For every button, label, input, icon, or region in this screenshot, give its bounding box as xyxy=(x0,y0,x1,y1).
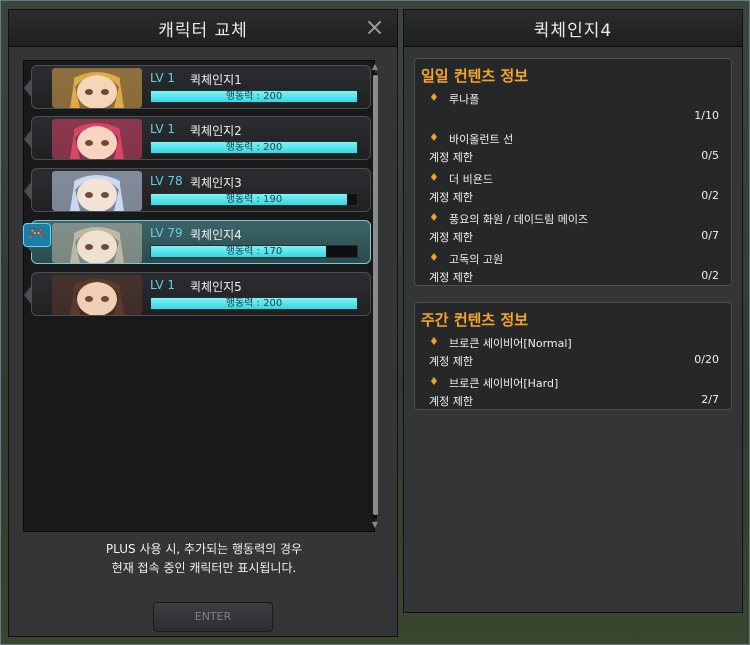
daily-section-title: 일일 컨텐츠 정보 xyxy=(421,67,529,85)
character-info-panel: 퀵체인지4 일일 컨텐츠 정보 ♦ 루나폴 1/10 ♦ 바이올런트 선계정 제한 0/5… xyxy=(403,9,743,613)
content-count: 0/20 xyxy=(694,353,719,366)
content-limit: 계정 제한 xyxy=(429,355,473,368)
stamina-bar: 행동력 : 190 xyxy=(150,193,358,206)
crest-icon: ♦ xyxy=(429,211,439,224)
content-item: ♦ 바이올런트 선계정 제한 0/5 xyxy=(425,129,725,167)
stamina-text: 행동력 : 200 xyxy=(225,91,283,102)
character-name: 퀵체인지3 xyxy=(190,176,242,190)
content-name: 풍요의 화원 / 데이드림 메이즈 xyxy=(449,213,589,226)
content-limit: 계정 제한 xyxy=(429,191,473,204)
stamina-bar: 행동력 : 200 xyxy=(150,90,358,103)
crest-icon: ♦ xyxy=(429,335,439,348)
crest-icon: ♦ xyxy=(429,91,439,104)
stamina-text: 행동력 : 170 xyxy=(225,246,283,257)
enter-button[interactable]: ENTER xyxy=(153,602,273,632)
notice-line-2: 현재 접속 중인 캐릭터만 표시됩니다. xyxy=(111,561,297,575)
character-portrait xyxy=(52,223,142,263)
character-row[interactable]: LV 1 퀵체인지1 행동력 : 200 xyxy=(24,65,371,109)
scroll-down-icon[interactable]: ▼ xyxy=(370,521,380,529)
content-item: ♦ 더 비욘드계정 제한 0/2 xyxy=(425,169,725,207)
notice-line-1: PLUS 사용 시, 추가되는 행동력의 경우 xyxy=(105,542,303,556)
crest-icon: ♦ xyxy=(429,375,439,388)
character-row[interactable]: LV 1 퀵체인지5 행동력 : 200 xyxy=(24,272,371,316)
row-arrow-notch xyxy=(24,78,32,98)
content-item: ♦ 브로큰 세이비어[Hard] 계정 제한 2/7 xyxy=(425,373,725,411)
character-swap-panel: 캐릭터 교체 × ▲ ▼ LV 1 퀵체인지1 행동력 : 200 LV 1 퀵체인지2… xyxy=(8,9,398,637)
gamepad-icon: 🎮 xyxy=(23,223,51,247)
info-panel-header: 퀵체인지4 xyxy=(404,10,742,47)
character-level: LV 1 xyxy=(150,278,176,292)
content-item: ♦ 브로큰 세이비어[Normal] 계정 제한 0/20 xyxy=(425,333,725,371)
content-limit: 계정 제한 xyxy=(429,231,473,244)
character-level: LV 79 xyxy=(150,226,183,240)
crest-icon: ♦ xyxy=(429,251,439,264)
notice-text: PLUS 사용 시, 추가되는 행동력의 경우 현재 접속 중인 캐릭터만 표시… xyxy=(9,540,399,578)
row-arrow-notch xyxy=(24,181,32,201)
character-row[interactable]: LV 1 퀵체인지2 행동력 : 200 xyxy=(24,116,371,160)
content-count: 0/7 xyxy=(701,229,719,242)
weekly-section-title: 주간 컨텐츠 정보 xyxy=(421,311,529,329)
crest-icon: ♦ xyxy=(429,131,439,144)
row-arrow-notch xyxy=(24,129,32,149)
scroll-thumb[interactable] xyxy=(373,75,378,515)
crest-icon: ♦ xyxy=(429,171,439,184)
scrollbar[interactable]: ▲ ▼ xyxy=(370,63,380,529)
content-limit: 계정 제한 xyxy=(429,395,473,408)
close-icon[interactable]: × xyxy=(363,15,387,39)
character-portrait xyxy=(52,68,142,108)
content-item: ♦ 루나폴 1/10 xyxy=(425,89,725,127)
stamina-text: 행동력 : 200 xyxy=(225,142,283,153)
content-name: 더 비욘드 xyxy=(449,173,493,186)
content-name: 브로큰 세이비어[Normal] xyxy=(449,337,572,350)
character-level: LV 1 xyxy=(150,71,176,85)
character-portrait xyxy=(52,275,142,315)
window-frame: 캐릭터 교체 × ▲ ▼ LV 1 퀵체인지1 행동력 : 200 LV 1 퀵체인지2… xyxy=(0,0,750,645)
content-name: 바이올런트 선 xyxy=(449,133,514,146)
panel-title: 캐릭터 교체 xyxy=(158,20,248,41)
content-item: ♦ 풍요의 화원 / 데이드림 메이즈계정 제한 0/7 xyxy=(425,209,725,247)
stamina-text: 행동력 : 190 xyxy=(225,194,283,205)
content-count: 1/10 xyxy=(694,109,719,122)
content-name: 고독의 고원 xyxy=(449,253,504,266)
content-count: 2/7 xyxy=(701,393,719,406)
weekly-content-section: 주간 컨텐츠 정보 ♦ 브로큰 세이비어[Normal] 계정 제한 0/20 ♦ 브로큰… xyxy=(414,302,732,410)
character-portrait xyxy=(52,171,142,211)
content-name: 브로큰 세이비어[Hard] xyxy=(449,377,559,390)
character-name: 퀵체인지4 xyxy=(190,228,242,242)
character-level: LV 1 xyxy=(150,122,176,136)
character-portrait xyxy=(52,119,142,159)
stamina-bar: 행동력 : 170 xyxy=(150,245,358,258)
content-count: 0/2 xyxy=(701,189,719,202)
content-name: 루나폴 xyxy=(449,93,480,106)
content-count: 0/5 xyxy=(701,149,719,162)
character-name: 퀵체인지1 xyxy=(190,73,242,87)
content-limit: 계정 제한 xyxy=(429,271,473,284)
content-limit: 계정 제한 xyxy=(429,151,473,164)
content-count: 0/2 xyxy=(701,269,719,282)
stamina-bar: 행동력 : 200 xyxy=(150,297,358,310)
character-row[interactable]: LV 79 퀵체인지4 행동력 : 170 xyxy=(24,220,371,264)
character-row[interactable]: LV 78 퀵체인지3 행동력 : 190 xyxy=(24,168,371,212)
content-item: ♦ 고독의 고원계정 제한 0/2 xyxy=(425,249,725,287)
scroll-up-icon[interactable]: ▲ xyxy=(370,63,380,71)
character-name: 퀵체인지5 xyxy=(190,280,242,294)
character-level: LV 78 xyxy=(150,174,183,188)
info-panel-title: 퀵체인지4 xyxy=(533,20,613,41)
row-arrow-notch xyxy=(24,285,32,305)
panel-header: 캐릭터 교체 × xyxy=(9,10,397,47)
stamina-bar: 행동력 : 200 xyxy=(150,141,358,154)
stamina-text: 행동력 : 200 xyxy=(225,298,283,309)
character-name: 퀵체인지2 xyxy=(190,124,242,138)
daily-content-section: 일일 컨텐츠 정보 ♦ 루나폴 1/10 ♦ 바이올런트 선계정 제한 0/5 ♦ 더 비욘드… xyxy=(414,58,732,286)
